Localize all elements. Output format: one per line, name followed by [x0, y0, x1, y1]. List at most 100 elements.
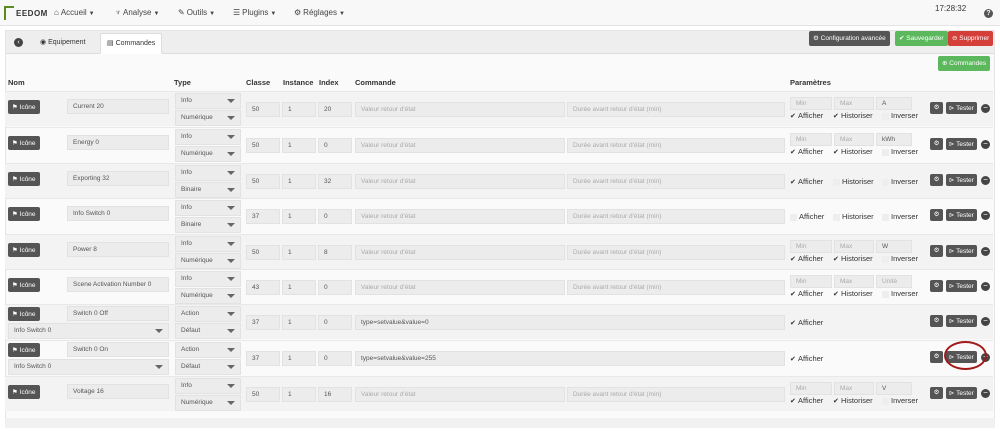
inverser-checkbox[interactable]: Inverser [882, 396, 918, 405]
type-select[interactable]: Info [175, 378, 241, 394]
advanced-config-icon-button[interactable]: ⚙ [930, 245, 943, 257]
afficher-checkbox[interactable]: ✔ Afficher [790, 177, 823, 186]
remove-command-icon[interactable]: − [981, 211, 990, 220]
nav-accueil[interactable]: ⌂ Accueil ▼ [54, 8, 95, 17]
command-name-input[interactable]: Exporting 32 [67, 171, 169, 186]
choose-icon-button[interactable]: ⚑ Icône [8, 243, 40, 257]
historiser-checkbox[interactable]: Historiser [833, 177, 874, 186]
linked-info-select[interactable]: Info Switch 0 [8, 359, 169, 375]
classe-input[interactable]: 37 [246, 209, 280, 224]
max-input[interactable]: Max [834, 275, 874, 288]
type-select[interactable]: Action [175, 306, 241, 322]
inverser-checkbox[interactable]: Inverser [882, 177, 918, 186]
index-input[interactable]: 0 [318, 209, 352, 224]
min-input[interactable]: Min [790, 133, 832, 146]
min-input[interactable]: Min [790, 275, 832, 288]
value-return-input[interactable]: Valeur retour d'état [355, 387, 565, 402]
tester-button[interactable]: ⊳ Tester [946, 102, 977, 114]
subtype-select[interactable]: Binaire [175, 217, 241, 233]
tester-button[interactable]: ⊳ Tester [946, 245, 977, 257]
type-select[interactable]: Info [175, 200, 241, 216]
index-input[interactable]: 0 [318, 315, 352, 330]
classe-input[interactable]: 50 [246, 387, 280, 402]
max-input[interactable]: Max [834, 240, 874, 253]
tester-button[interactable]: ⊳ Tester [946, 209, 977, 221]
choose-icon-button[interactable]: ⚑ Icône [8, 307, 40, 321]
instance-input[interactable]: 1 [282, 102, 316, 117]
instance-input[interactable]: 1 [282, 209, 316, 224]
classe-input[interactable]: 43 [246, 280, 280, 295]
advanced-config-icon-button[interactable]: ⚙ [930, 315, 943, 327]
choose-icon-button[interactable]: ⚑ Icône [8, 136, 40, 150]
help-icon[interactable]: ? [984, 9, 993, 18]
index-input[interactable]: 16 [318, 387, 352, 402]
value-return-input[interactable]: Valeur retour d'état [355, 174, 565, 189]
choose-icon-button[interactable]: ⚑ Icône [8, 207, 40, 221]
afficher-checkbox[interactable]: ✔ Afficher [790, 289, 823, 298]
afficher-checkbox[interactable]: Afficher [790, 212, 824, 221]
unit-input[interactable]: A [876, 97, 912, 110]
duration-return-input[interactable]: Durée avant retour d'état (min) [567, 387, 785, 402]
unit-input[interactable]: kWh [876, 133, 912, 146]
jeedom-logo[interactable]: EEDOM [4, 4, 47, 22]
value-return-input[interactable]: Valeur retour d'état [355, 280, 565, 295]
instance-input[interactable]: 1 [282, 315, 316, 330]
duration-return-input[interactable]: Durée avant retour d'état (min) [567, 138, 785, 153]
subtype-select[interactable]: Défaut [175, 323, 241, 339]
command-name-input[interactable]: Current 20 [67, 99, 169, 114]
tab-commandes[interactable]: ▤ Commandes [100, 33, 163, 54]
max-input[interactable]: Max [834, 382, 874, 395]
classe-input[interactable]: 50 [246, 138, 280, 153]
inverser-checkbox[interactable]: Inverser [882, 111, 918, 120]
index-input[interactable]: 0 [318, 280, 352, 295]
advanced-config-icon-button[interactable]: ⚙ [930, 280, 943, 292]
nav-analyse[interactable]: ♆ Analyse ▼ [115, 8, 159, 17]
advanced-config-icon-button[interactable]: ⚙ [930, 209, 943, 221]
advanced-config-icon-button[interactable]: ⚙ [930, 174, 943, 186]
historiser-checkbox[interactable]: ✔ Historiser [833, 254, 873, 263]
instance-input[interactable]: 1 [282, 138, 316, 153]
command-name-input[interactable]: Switch 0 On [67, 342, 169, 357]
inverser-checkbox[interactable]: Inverser [882, 289, 918, 298]
save-button[interactable]: ✔ Sauvegarder [895, 31, 948, 46]
historiser-checkbox[interactable]: ✔ Historiser [833, 147, 873, 156]
unit-input[interactable]: V [876, 382, 912, 395]
subtype-select[interactable]: Numérique [175, 395, 241, 411]
advanced-config-icon-button[interactable]: ⚙ [930, 102, 943, 114]
min-input[interactable]: Min [790, 240, 832, 253]
remove-command-icon[interactable]: − [981, 389, 990, 398]
remove-command-icon[interactable]: − [981, 140, 990, 149]
afficher-checkbox[interactable]: ✔ Afficher [790, 147, 823, 156]
subtype-select[interactable]: Binaire [175, 182, 241, 198]
command-name-input[interactable]: Power 8 [67, 242, 169, 257]
instance-input[interactable]: 1 [282, 280, 316, 295]
remove-command-icon[interactable]: − [981, 176, 990, 185]
historiser-checkbox[interactable]: ✔ Historiser [833, 289, 873, 298]
unit-input[interactable]: Unité [876, 275, 912, 288]
command-input[interactable]: type=setvalue&value=255 [355, 351, 785, 366]
unit-input[interactable]: W [876, 240, 912, 253]
command-name-input[interactable]: Energy 0 [67, 135, 169, 150]
subtype-select[interactable]: Numérique [175, 253, 241, 269]
subtype-select[interactable]: Numérique [175, 288, 241, 304]
tab-equipement[interactable]: ◉ Equipement [34, 33, 91, 54]
remove-command-icon[interactable]: − [981, 247, 990, 256]
nav-outils[interactable]: ✎ Outils ▼ [178, 8, 215, 17]
duration-return-input[interactable]: Durée avant retour d'état (min) [567, 245, 785, 260]
historiser-checkbox[interactable]: ✔ Historiser [833, 396, 873, 405]
command-name-input[interactable]: Voltage 16 [67, 384, 169, 399]
tester-button[interactable]: ⊳ Tester [946, 174, 977, 186]
remove-command-icon[interactable]: − [981, 282, 990, 291]
command-input[interactable]: type=setvalue&value=0 [355, 315, 785, 330]
index-input[interactable]: 32 [318, 174, 352, 189]
tester-button[interactable]: ⊳ Tester [946, 315, 977, 327]
nav-plugins[interactable]: ☰ Plugins ▼ [233, 8, 276, 17]
type-select[interactable]: Info [175, 236, 241, 252]
inverser-checkbox[interactable]: Inverser [882, 254, 918, 263]
subtype-select[interactable]: Défaut [175, 359, 241, 375]
inverser-checkbox[interactable]: Inverser [882, 212, 918, 221]
instance-input[interactable]: 1 [282, 387, 316, 402]
min-input[interactable]: Min [790, 97, 832, 110]
advanced-config-icon-button[interactable]: ⚙ [930, 351, 943, 363]
classe-input[interactable]: 50 [246, 245, 280, 260]
